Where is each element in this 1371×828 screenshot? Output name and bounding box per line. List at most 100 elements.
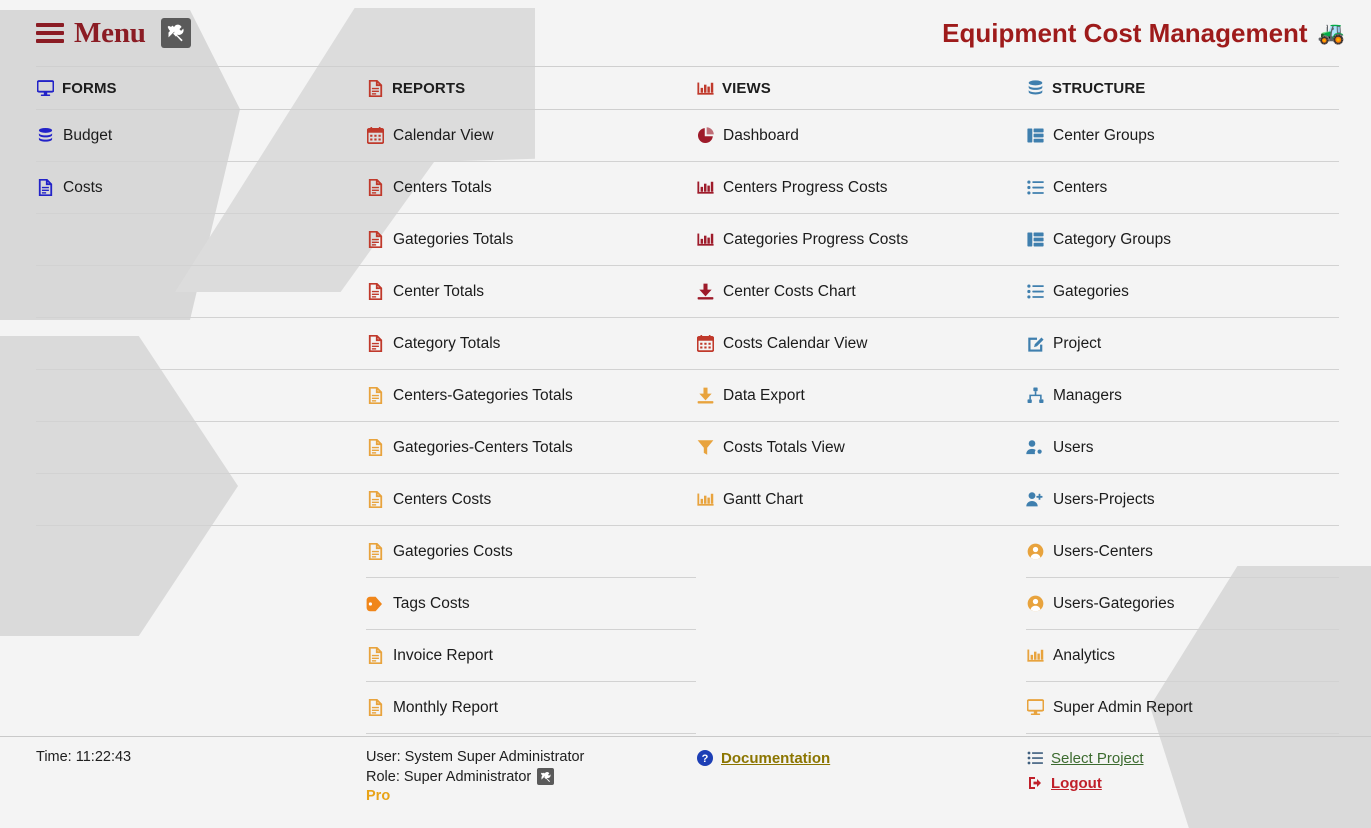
menu-item-calendar-view[interactable]: Calendar View — [366, 110, 696, 162]
footer-user-col: User: System Super Administrator Role: S… — [366, 749, 696, 804]
menu-item-users-centers[interactable]: Users-Centers — [1026, 526, 1339, 578]
menu-item-centers-costs[interactable]: Centers Costs — [366, 474, 696, 526]
document-icon — [366, 491, 384, 509]
tools-badge-icon[interactable] — [161, 18, 191, 48]
menu-item-center-costs-chart[interactable]: Center Costs Chart — [696, 266, 1026, 318]
menu-item-gategories-centers-totals[interactable]: Gategories-Centers Totals — [366, 422, 696, 474]
column-views: VIEWS Dashboard Centers Progress CostsCate… — [696, 66, 1026, 734]
menu-item-users-projects[interactable]: Users-Projects — [1026, 474, 1339, 526]
menu-item-label: Gantt Chart — [723, 491, 803, 509]
menu-item-budget[interactable]: Budget — [36, 110, 366, 162]
menu-item-label: Center Costs Chart — [723, 283, 856, 301]
menu-row-empty — [36, 214, 366, 266]
menu-item-analytics[interactable]: Analytics — [1026, 630, 1339, 682]
menu-item-data-export[interactable]: Data Export — [696, 370, 1026, 422]
app-root: Menu Equipment Cost Management 🚜 FORMS Bu… — [0, 0, 1371, 828]
funnel-icon — [696, 439, 714, 457]
menu-item-category-totals[interactable]: Category Totals — [366, 318, 696, 370]
menu-item-users[interactable]: Users — [1026, 422, 1339, 474]
menu-item-label: Users — [1053, 439, 1093, 457]
menu-item-label: Dashboard — [723, 127, 799, 145]
menu-item-label: Centers Totals — [393, 179, 492, 197]
document-icon — [366, 543, 384, 561]
menu-row-empty — [36, 630, 366, 682]
document-icon — [36, 179, 54, 197]
menu-button[interactable]: Menu — [36, 17, 191, 50]
menu-item-label: Managers — [1053, 387, 1122, 405]
app-title-text: Equipment Cost Management — [942, 18, 1307, 49]
menu-item-label: Invoice Report — [393, 647, 493, 665]
menu-row-empty — [696, 526, 1026, 578]
menu-item-label: Center Groups — [1053, 127, 1155, 145]
app-header: Menu Equipment Cost Management 🚜 — [0, 0, 1371, 66]
bulldozer-icon: 🚜 — [1318, 22, 1345, 44]
monitor-icon — [36, 79, 54, 97]
column-header-structure: STRUCTURE — [1026, 66, 1339, 110]
document-icon — [366, 179, 384, 197]
menu-item-tags-costs[interactable]: Tags Costs — [366, 578, 696, 630]
list-icon — [1026, 749, 1044, 767]
menu-item-label: Costs — [63, 179, 103, 197]
menu-row-empty — [36, 266, 366, 318]
menu-item-category-groups[interactable]: Category Groups — [1026, 214, 1339, 266]
database-icon — [1026, 79, 1044, 97]
menu-item-project[interactable]: Project — [1026, 318, 1339, 370]
hamburger-icon[interactable] — [36, 23, 64, 43]
tools-badge-icon — [537, 768, 554, 785]
menu-item-users-gategories[interactable]: Users-Gategories — [1026, 578, 1339, 630]
menu-item-invoice-report[interactable]: Invoice Report — [366, 630, 696, 682]
menu-item-label: Centers — [1053, 179, 1107, 197]
footer-time-col: Time: 11:22:43 — [36, 749, 366, 804]
menu-label: Menu — [74, 17, 146, 50]
document-icon — [366, 699, 384, 717]
bar-chart-icon — [1026, 647, 1044, 665]
calendar-icon — [696, 335, 714, 353]
menu-item-dashboard[interactable]: Dashboard — [696, 110, 1026, 162]
user-circle-icon — [1026, 595, 1044, 613]
bar-chart-icon — [696, 491, 714, 509]
list-icon — [1026, 283, 1044, 301]
menu-item-center-totals[interactable]: Center Totals — [366, 266, 696, 318]
column-header-forms: FORMS — [36, 66, 366, 110]
menu-item-label: Budget — [63, 127, 112, 145]
page-title: Equipment Cost Management 🚜 — [942, 18, 1345, 49]
select-project-link[interactable]: Select Project — [1026, 749, 1339, 767]
menu-item-center-groups[interactable]: Center Groups — [1026, 110, 1339, 162]
menu-item-costs[interactable]: Costs — [36, 162, 366, 214]
menu-item-centers-gategories-totals[interactable]: Centers-Gategories Totals — [366, 370, 696, 422]
document-icon — [366, 231, 384, 249]
menu-item-centers-progress-costs[interactable]: Centers Progress Costs — [696, 162, 1026, 214]
menu-item-categories-progress-costs[interactable]: Categories Progress Costs — [696, 214, 1026, 266]
menu-item-centers-totals[interactable]: Centers Totals — [366, 162, 696, 214]
edit-square-icon — [1026, 335, 1044, 353]
logout-link[interactable]: Logout — [1026, 774, 1339, 792]
menu-item-super-admin-report[interactable]: Super Admin Report — [1026, 682, 1339, 734]
document-icon — [366, 79, 384, 97]
time-label: Time: 11:22:43 — [36, 749, 366, 765]
menu-item-managers[interactable]: Managers — [1026, 370, 1339, 422]
menu-item-gategories-totals[interactable]: Gategories Totals — [366, 214, 696, 266]
menu-item-gategories-costs[interactable]: Gategories Costs — [366, 526, 696, 578]
bar-chart-icon — [696, 179, 714, 197]
menu-item-label: Super Admin Report — [1053, 699, 1193, 717]
menu-row-empty — [36, 318, 366, 370]
menu-row-empty — [696, 682, 1026, 734]
bar-chart-icon — [696, 79, 714, 97]
menu-row-empty — [696, 630, 1026, 682]
menu-item-costs-calendar-view[interactable]: Costs Calendar View — [696, 318, 1026, 370]
menu-item-gategories[interactable]: Gategories — [1026, 266, 1339, 318]
menu-item-label: Gategories Costs — [393, 543, 513, 561]
column-header-views: VIEWS — [696, 66, 1026, 110]
menu-item-centers[interactable]: Centers — [1026, 162, 1339, 214]
menu-item-label: Costs Totals View — [723, 439, 845, 457]
document-icon — [366, 335, 384, 353]
menu-item-monthly-report[interactable]: Monthly Report — [366, 682, 696, 734]
menu-item-label: Data Export — [723, 387, 805, 405]
document-icon — [366, 387, 384, 405]
documentation-link[interactable]: ? Documentation — [696, 749, 1026, 767]
download-icon — [696, 283, 714, 301]
menu-item-gantt-chart[interactable]: Gantt Chart — [696, 474, 1026, 526]
svg-text:?: ? — [702, 753, 709, 765]
menu-item-costs-totals-view[interactable]: Costs Totals View — [696, 422, 1026, 474]
app-footer: Time: 11:22:43 User: System Super Admini… — [0, 736, 1371, 804]
